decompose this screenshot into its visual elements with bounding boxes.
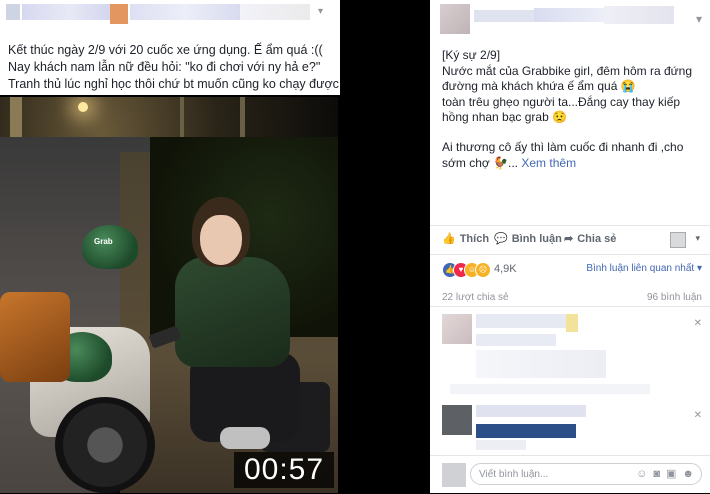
thumbs-up-icon: 👍 — [442, 233, 456, 245]
helmet-brand: Grab — [94, 237, 113, 246]
orange-bag — [0, 292, 70, 382]
left-post-line-1: Kết thúc ngày 2/9 với 20 cuốc xe ứng dụn… — [8, 43, 323, 57]
comment-blur — [476, 314, 566, 328]
post-paragraph: toàn trêu ghẹo người ta...Đắng cay thay … — [442, 94, 681, 125]
driver-face — [200, 215, 242, 265]
post-paragraph: Nước mắt của Grabbike girl, đêm hôm ra đ… — [442, 63, 693, 94]
shares-count[interactable]: 22 lượt chia sẻ — [442, 292, 509, 303]
post-paragraph: Ai thương cô ấy thì làm cuốc đi nhanh đi… — [442, 140, 700, 171]
camera-icon[interactable]: ◙ — [653, 468, 666, 480]
shoe — [220, 427, 270, 449]
street-lamp — [78, 102, 88, 112]
see-more-link[interactable]: Xem thêm — [521, 156, 576, 170]
comment-blur — [476, 424, 576, 438]
like-button[interactable]: 👍 Thích — [442, 232, 489, 245]
meta-blur — [130, 4, 240, 20]
emoji-icon[interactable]: ☺ — [636, 468, 653, 480]
post-paragraph: [Ký sự 2/9] — [442, 48, 501, 62]
right-post-header-blur — [430, 4, 710, 34]
right-post-text: [Ký sự 2/9] Nước mắt của Grabbike girl, … — [442, 48, 700, 171]
comment-label: Bình luận — [511, 233, 562, 245]
comment-blur — [566, 314, 578, 332]
post-video-photo[interactable]: Grab — [0, 97, 338, 493]
share-arrow-icon: ➦ — [564, 233, 574, 245]
left-post-line-3: Tranh thủ lúc nghỉ học thôi chứ bt muốn … — [8, 77, 340, 91]
user-avatar — [442, 463, 466, 487]
comment-blur — [476, 334, 556, 346]
comment-avatar[interactable] — [442, 405, 472, 435]
close-icon[interactable]: ✕ — [694, 410, 702, 421]
comment-blur — [476, 405, 586, 417]
avatar-blur-2 — [110, 4, 128, 24]
left-post-card: ▾ Kết thúc ngày 2/9 với 20 cuốc xe ứng d… — [0, 0, 340, 95]
page-meta-blur — [604, 6, 674, 24]
like-label: Thích — [459, 233, 490, 245]
motorbike-wheel — [55, 397, 155, 493]
sad-reaction-icon: ☹ — [475, 262, 491, 278]
avatar-blur — [6, 4, 20, 20]
left-post-line-2: Nay khách nam lẫn nữ đều hỏi: "ko đi chơ… — [8, 60, 321, 74]
actor-avatar[interactable] — [670, 232, 686, 248]
gif-icon[interactable]: ▣ — [666, 468, 682, 480]
divider — [430, 306, 710, 307]
comment-blur — [476, 350, 606, 378]
speech-bubble-icon: 💬 — [494, 233, 508, 245]
comment-composer: Viết bình luận... ☺◙▣☻ — [430, 455, 710, 494]
comment-blur — [450, 384, 650, 394]
page-avatar-blur — [440, 4, 470, 34]
chevron-down-icon[interactable]: ▾ — [318, 6, 330, 18]
left-post-panel: ▾ Kết thúc ngày 2/9 với 20 cuốc xe ứng d… — [0, 0, 340, 493]
comment-sort-label: Bình luận liên quan nhất — [586, 263, 695, 274]
share-button[interactable]: ➦ Chia sẻ — [564, 232, 616, 245]
comment-button[interactable]: 💬 Bình luận — [494, 232, 562, 245]
reactions-count: 4,9K — [494, 263, 517, 275]
page-name-blur-2 — [534, 8, 604, 22]
name-blur — [22, 4, 117, 20]
post-actions-bar: 👍 Thích 💬 Bình luận ➦ Chia sẻ ▾ — [430, 225, 710, 255]
video-timer: 00:57 — [234, 452, 334, 488]
left-post-text: Kết thúc ngày 2/9 với 20 cuốc xe ứng dụn… — [8, 42, 340, 93]
grab-helmet-top: Grab — [82, 225, 138, 269]
right-post-panel: ▾ [Ký sự 2/9] Nước mắt của Grabbike girl… — [430, 0, 710, 493]
sticker-icon[interactable]: ☻ — [682, 468, 700, 480]
chevron-down-icon[interactable]: ▾ — [695, 233, 700, 244]
share-label: Chia sẻ — [577, 233, 617, 245]
composer-icons: ☺◙▣☻ — [636, 467, 700, 480]
driver-green-jacket — [175, 257, 290, 367]
page-name-blur — [474, 10, 534, 22]
comments-count[interactable]: 96 bình luận — [647, 292, 702, 303]
comment-avatar[interactable] — [442, 314, 472, 344]
close-icon[interactable]: ✕ — [694, 318, 702, 329]
comment-sort-dropdown[interactable]: Bình luận liên quan nhất ▾ — [586, 263, 702, 274]
left-post-header-blur: ▾ — [0, 4, 340, 24]
comment-blur — [476, 440, 526, 450]
meta-blur-2 — [240, 4, 310, 20]
chevron-down-icon[interactable]: ▾ — [696, 12, 702, 26]
